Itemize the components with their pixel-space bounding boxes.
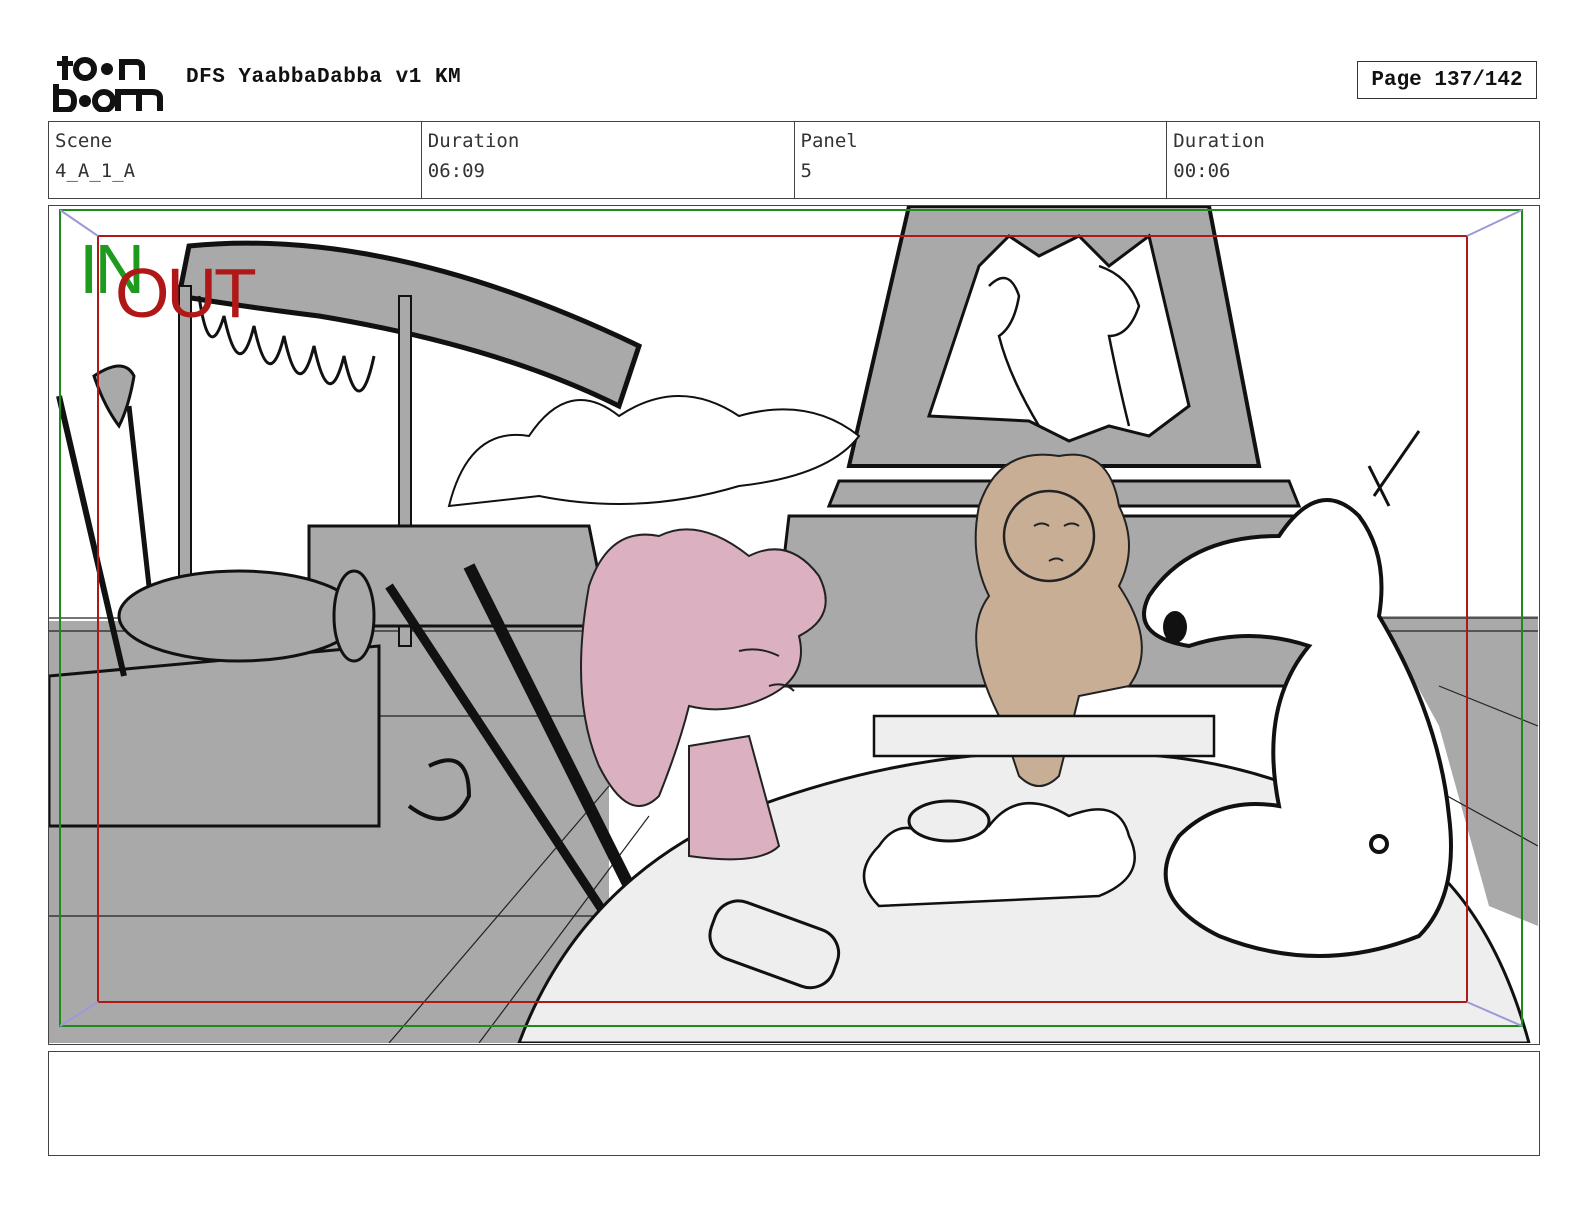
project-title: DFS YaabbaDabba v1 KM bbox=[186, 66, 462, 89]
scene-cell: Scene 4_A_1_A bbox=[49, 122, 422, 198]
scene-duration-label: Duration bbox=[427, 130, 520, 152]
scene-value: 4_A_1_A bbox=[55, 160, 136, 182]
scene-label: Scene bbox=[55, 130, 113, 152]
panel-value: 5 bbox=[800, 160, 812, 182]
page-counter: Page 137/142 bbox=[1357, 61, 1537, 99]
storyboard-panel: IN OUT bbox=[48, 205, 1540, 1045]
panel-notes-box[interactable] bbox=[48, 1051, 1540, 1156]
toon-boom-logo-icon bbox=[53, 56, 163, 112]
out-frame-marker: OUT bbox=[115, 254, 257, 332]
scene-duration-cell: Duration 06:09 bbox=[422, 122, 795, 198]
panel-duration-value: 00:06 bbox=[1173, 160, 1231, 182]
panel-duration-cell: Duration 00:06 bbox=[1167, 122, 1539, 198]
scene-duration-value: 06:09 bbox=[427, 160, 485, 182]
panel-label: Panel bbox=[800, 130, 858, 152]
storyboard-sketch bbox=[49, 206, 1538, 1043]
toon-boom-logo bbox=[52, 50, 164, 112]
smoke-cloud-shape bbox=[447, 395, 861, 508]
scene-info-table: Scene 4_A_1_A Duration 06:09 Panel 5 Dur… bbox=[48, 121, 1540, 199]
panel-cell: Panel 5 bbox=[795, 122, 1168, 198]
panel-duration-label: Duration bbox=[1173, 130, 1265, 152]
white-creature-sketch bbox=[1142, 430, 1453, 958]
